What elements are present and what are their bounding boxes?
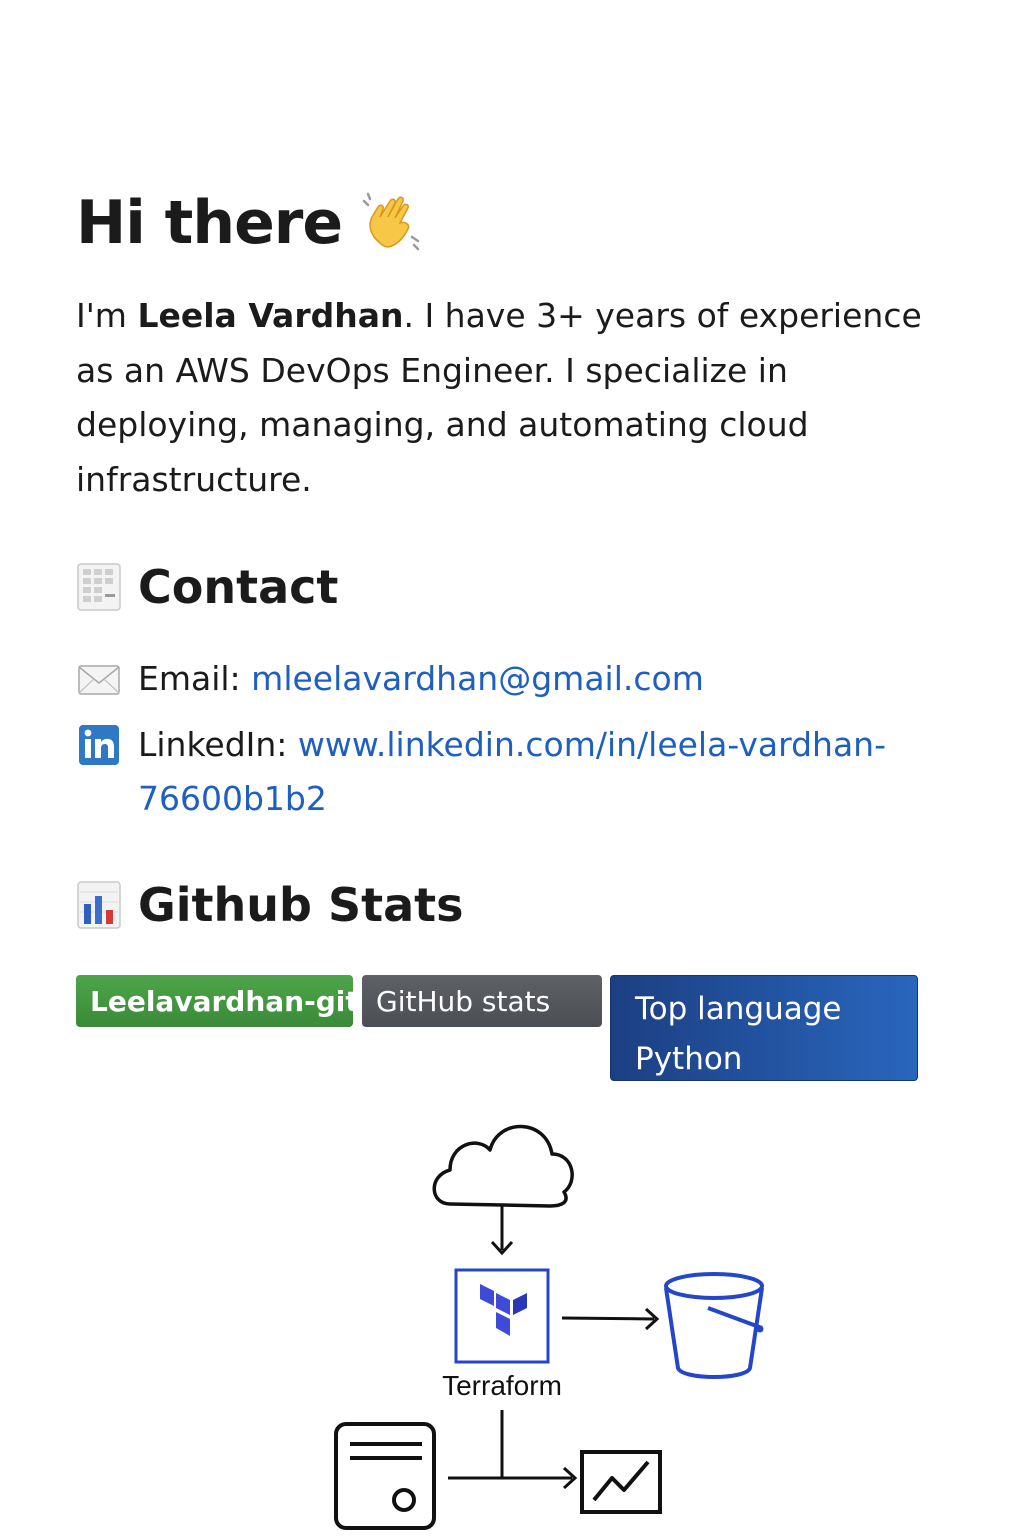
- linkedin-label: LinkedIn:: [138, 725, 298, 764]
- intro-name: Leela Vardhan: [137, 296, 404, 335]
- email-link[interactable]: mleelavardhan@gmail.com: [251, 659, 704, 698]
- bar-chart-icon: [77, 881, 121, 929]
- contact-card-icon: [77, 563, 121, 611]
- connector-arrow: [448, 1410, 578, 1490]
- title-text: Hi there: [76, 188, 343, 258]
- github-stats-heading: Github Stats: [76, 878, 463, 932]
- top-language-label: Top language: [635, 991, 842, 1027]
- github-stats-badge[interactable]: GitHub stats: [362, 975, 602, 1027]
- terraform-icon: [454, 1268, 550, 1364]
- github-stats-heading-text: Github Stats: [138, 878, 464, 932]
- arrow-down: [490, 1206, 514, 1256]
- infrastructure-diagram: Terraform: [300, 1110, 800, 1536]
- top-language-badge[interactable]: Top language Python: [610, 975, 918, 1081]
- diagram-canvas: [334, 1124, 764, 1530]
- server-icon: [334, 1422, 436, 1530]
- linkedin-icon: [79, 725, 119, 765]
- top-language-value: Python: [635, 1041, 743, 1077]
- username-badge[interactable]: Leelavardhan-git: [76, 975, 353, 1027]
- cloud-icon: [432, 1124, 574, 1208]
- email-row: Email: mleelavardhan@gmail.com: [76, 652, 704, 706]
- email-label: Email:: [138, 659, 252, 698]
- readme-page: Hi there I'm Leela Vardhan. I have 3+ ye…: [0, 0, 1024, 1536]
- arrow-right: [561, 1307, 660, 1331]
- envelope-icon: [78, 665, 120, 695]
- intro-paragraph: I'm Leela Vardhan. I have 3+ years of ex…: [76, 289, 956, 507]
- terraform-label: Terraform: [442, 1370, 562, 1401]
- bucket-icon: [664, 1272, 764, 1379]
- intro-prefix: I'm: [76, 296, 138, 335]
- linkedin-row: LinkedIn: www.linkedin.com/in/leela-vard…: [76, 718, 936, 826]
- contact-heading: Contact: [76, 560, 338, 614]
- page-title: Hi there: [76, 188, 424, 258]
- monitoring-chart-icon: [580, 1450, 662, 1514]
- waving-hand-icon: [362, 192, 420, 251]
- contact-heading-text: Contact: [138, 560, 339, 614]
